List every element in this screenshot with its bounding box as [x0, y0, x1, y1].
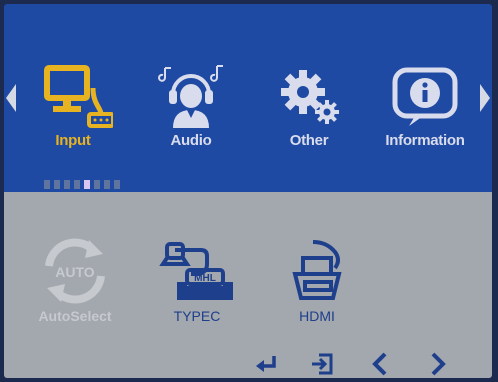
monitor-vga-icon	[44, 65, 113, 128]
gears-icon	[281, 70, 339, 124]
info-icon	[392, 67, 458, 126]
page-dot	[84, 180, 90, 189]
left-button[interactable]	[362, 350, 398, 378]
right-button[interactable]	[420, 350, 456, 378]
source-autoselect[interactable]: AUTO AutoSelect	[20, 236, 130, 324]
source-label: HDMI	[299, 308, 335, 324]
exit-button[interactable]	[304, 350, 340, 378]
auto-cycle-icon: AUTO	[45, 238, 105, 304]
page-dot	[104, 180, 110, 189]
right-icon	[431, 352, 446, 376]
source-label: TYPEC	[173, 308, 221, 324]
exit-icon	[312, 353, 333, 375]
hdmi-cable-icon	[292, 240, 342, 300]
typec-mhl-cable-icon: MHL	[159, 242, 233, 300]
category-other[interactable]: Other	[254, 64, 364, 149]
category-audio[interactable]: Audio	[136, 64, 246, 149]
category-label: Input	[55, 132, 91, 149]
auto-icon-text: AUTO	[55, 264, 95, 280]
mhl-icon-text: MHL	[194, 273, 216, 284]
category-label: Information	[385, 132, 465, 149]
source-typec[interactable]: MHL TYPEC	[142, 236, 252, 324]
osd-menu: Input Audio Other Information AUTO AutoS…	[4, 4, 492, 378]
page-dot	[64, 180, 70, 189]
page-dot	[54, 180, 60, 189]
page-dot	[114, 180, 120, 189]
category-information[interactable]: Information	[370, 64, 480, 149]
left-icon	[372, 352, 387, 376]
page-indicator	[44, 180, 120, 190]
source-label: AutoSelect	[38, 308, 112, 324]
scroll-right-icon[interactable]	[480, 84, 490, 112]
category-label: Audio	[170, 132, 212, 149]
scroll-left-icon[interactable]	[6, 84, 16, 112]
category-input[interactable]: Input	[18, 64, 128, 149]
category-label: Other	[289, 132, 329, 149]
headset-user-icon	[158, 65, 223, 128]
enter-icon	[256, 356, 276, 372]
source-hdmi[interactable]: HDMI	[262, 236, 372, 324]
page-dot	[94, 180, 100, 189]
page-dot	[44, 180, 50, 189]
enter-button[interactable]	[248, 350, 284, 378]
page-dot	[74, 180, 80, 189]
category-bar: Input Audio Other Information	[4, 4, 492, 192]
